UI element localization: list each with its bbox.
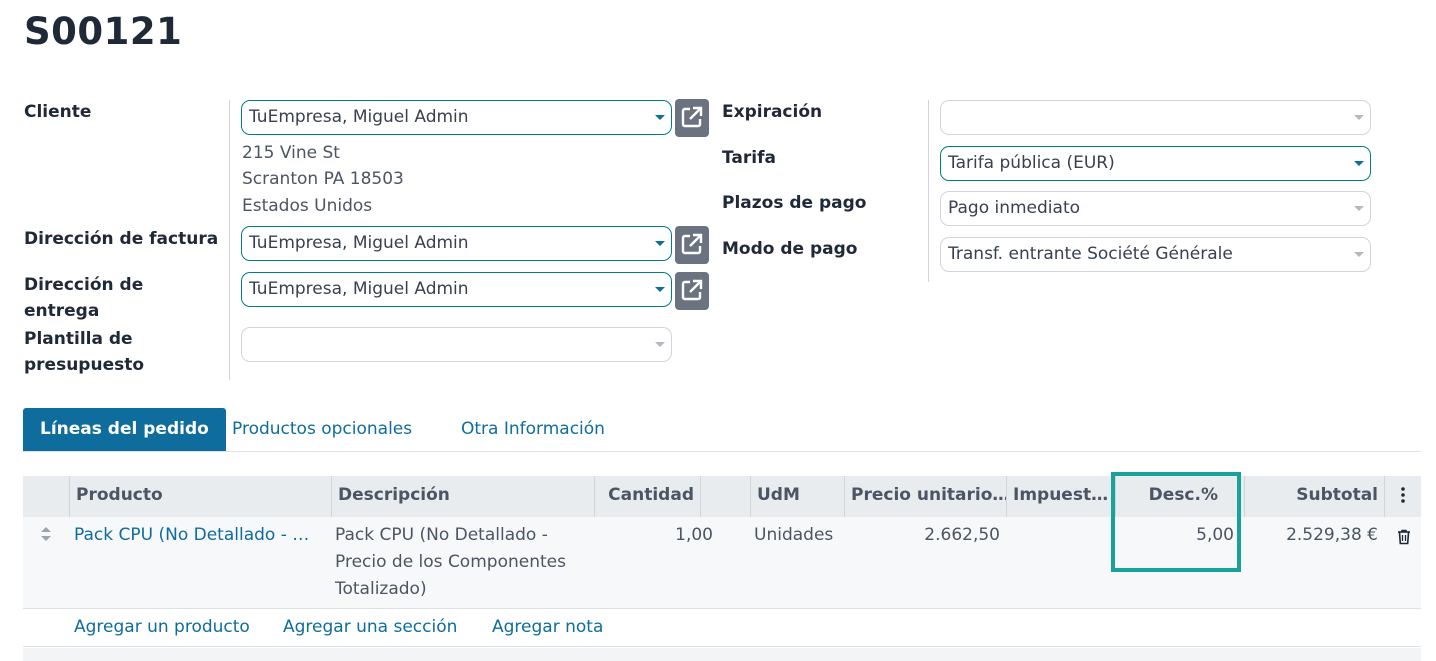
template-label-line1: Plantilla de: [24, 329, 133, 349]
right-column-divider: [928, 100, 929, 282]
payment-mode-field[interactable]: Transf. entrante Société Générale: [940, 237, 1371, 272]
column-header-product[interactable]: Producto: [69, 476, 331, 517]
line-product[interactable]: Pack CPU (No Detallado - …: [74, 517, 324, 549]
line-description-1: Pack CPU (No Detallado -: [335, 525, 548, 545]
external-link-icon: [681, 279, 703, 301]
customer-address-line3: Estados Unidos: [242, 196, 373, 216]
invoice-address-label: Dirección de factura: [24, 229, 219, 249]
template-label-line2: presupuesto: [24, 355, 145, 375]
expiration-label: Expiración: [722, 102, 823, 122]
payment-terms-label: Plazos de pago: [722, 193, 867, 213]
customer-address-line1: 215 Vine St: [242, 143, 340, 163]
chevron-down-icon[interactable]: [655, 241, 665, 246]
line-quantity[interactable]: 1,00: [598, 517, 713, 549]
tab-optional-products[interactable]: Productos opcionales: [232, 408, 412, 451]
column-header-subtotal[interactable]: Subtotal: [1244, 476, 1384, 517]
invoice-address-external-link-button[interactable]: [675, 226, 709, 264]
chevron-down-icon[interactable]: [655, 287, 665, 292]
line-subtotal: 2.529,38 €: [1286, 525, 1378, 545]
sort-handle-icon-graphic: [41, 527, 51, 541]
chevron-down-icon[interactable]: [1354, 161, 1364, 166]
discount-highlight-box: [1111, 472, 1241, 572]
column-header-quantity[interactable]: Cantidad: [594, 476, 700, 517]
chevron-down-icon[interactable]: [655, 115, 665, 120]
line-taxes[interactable]: [1010, 517, 1110, 522]
line-unit-price[interactable]: 2.662,50: [848, 517, 1000, 549]
payment-terms-field[interactable]: Pago inmediato: [940, 191, 1371, 226]
customer-field[interactable]: TuEmpresa, Miguel Admin: [241, 100, 672, 135]
line-description[interactable]: Pack CPU (No Detallado - Precio de los C…: [335, 517, 590, 603]
line-description-2: Precio de los Componentes: [335, 552, 566, 572]
chevron-down-icon[interactable]: [1354, 206, 1364, 211]
customer-external-link-button[interactable]: [675, 99, 709, 137]
payment-mode-value: Transf. entrante Société Générale: [948, 244, 1233, 264]
notebook-tabs: Líneas del pedido Productos opcionales O…: [23, 408, 1421, 452]
tab-other-info[interactable]: Otra Información: [461, 408, 605, 451]
tab-order-lines[interactable]: Líneas del pedido: [23, 408, 226, 451]
delivery-address-label-line1: Dirección de: [24, 275, 144, 295]
delivery-address-label: Dirección de entrega: [24, 272, 143, 324]
pricelist-label: Tarifa: [722, 148, 776, 168]
delete-line-button[interactable]: [1397, 527, 1411, 554]
page-title: S00121: [24, 10, 183, 53]
delivery-address-external-link-button[interactable]: [675, 272, 709, 310]
customer-label: Cliente: [24, 102, 92, 122]
chevron-down-icon[interactable]: [1354, 252, 1364, 257]
line-description-3: Totalizado): [335, 579, 427, 599]
template-label: Plantilla de presupuesto: [24, 326, 144, 378]
quotation-template-field[interactable]: [241, 327, 672, 362]
pricelist-value: Tarifa pública (EUR): [948, 153, 1115, 173]
payment-terms-value: Pago inmediato: [948, 198, 1081, 218]
column-options-button[interactable]: [1384, 476, 1421, 517]
invoice-address-value: TuEmpresa, Miguel Admin: [249, 233, 469, 253]
trash-icon: [1398, 529, 1410, 545]
column-header-taxes[interactable]: Impuest…: [1006, 476, 1115, 517]
column-header-spacer: [700, 476, 750, 517]
add-note-link[interactable]: Agregar nota: [492, 617, 603, 637]
delivery-address-label-line2: entrega: [24, 301, 100, 321]
left-column-divider: [229, 100, 230, 380]
external-link-icon: [681, 233, 703, 255]
expiration-field[interactable]: [940, 100, 1371, 135]
chevron-down-icon[interactable]: [1354, 115, 1364, 120]
add-section-link[interactable]: Agregar una sección: [283, 617, 457, 637]
add-line-row: Agregar un producto Agregar una sección …: [23, 609, 1421, 647]
kebab-menu-icon: [1401, 487, 1405, 503]
table-footer-strip: [23, 648, 1421, 661]
sort-handle-icon[interactable]: [40, 525, 52, 552]
delivery-address-field[interactable]: TuEmpresa, Miguel Admin: [241, 272, 672, 307]
line-uom[interactable]: Unidades: [754, 517, 844, 549]
customer-address-line2: Scranton PA 18503: [242, 169, 404, 189]
delivery-address-value: TuEmpresa, Miguel Admin: [249, 279, 469, 299]
chevron-down-icon[interactable]: [655, 342, 665, 347]
external-link-icon: [681, 106, 703, 128]
pricelist-field[interactable]: Tarifa pública (EUR): [940, 146, 1371, 181]
column-header-uom[interactable]: UdM: [750, 476, 844, 517]
payment-mode-label: Modo de pago: [722, 239, 858, 259]
invoice-address-field[interactable]: TuEmpresa, Miguel Admin: [241, 226, 672, 261]
customer-field-value: TuEmpresa, Miguel Admin: [249, 107, 469, 127]
column-header-unit-price[interactable]: Precio unitario…: [844, 476, 1006, 517]
add-product-link[interactable]: Agregar un producto: [74, 617, 250, 637]
column-header-description[interactable]: Descripción: [331, 476, 594, 517]
